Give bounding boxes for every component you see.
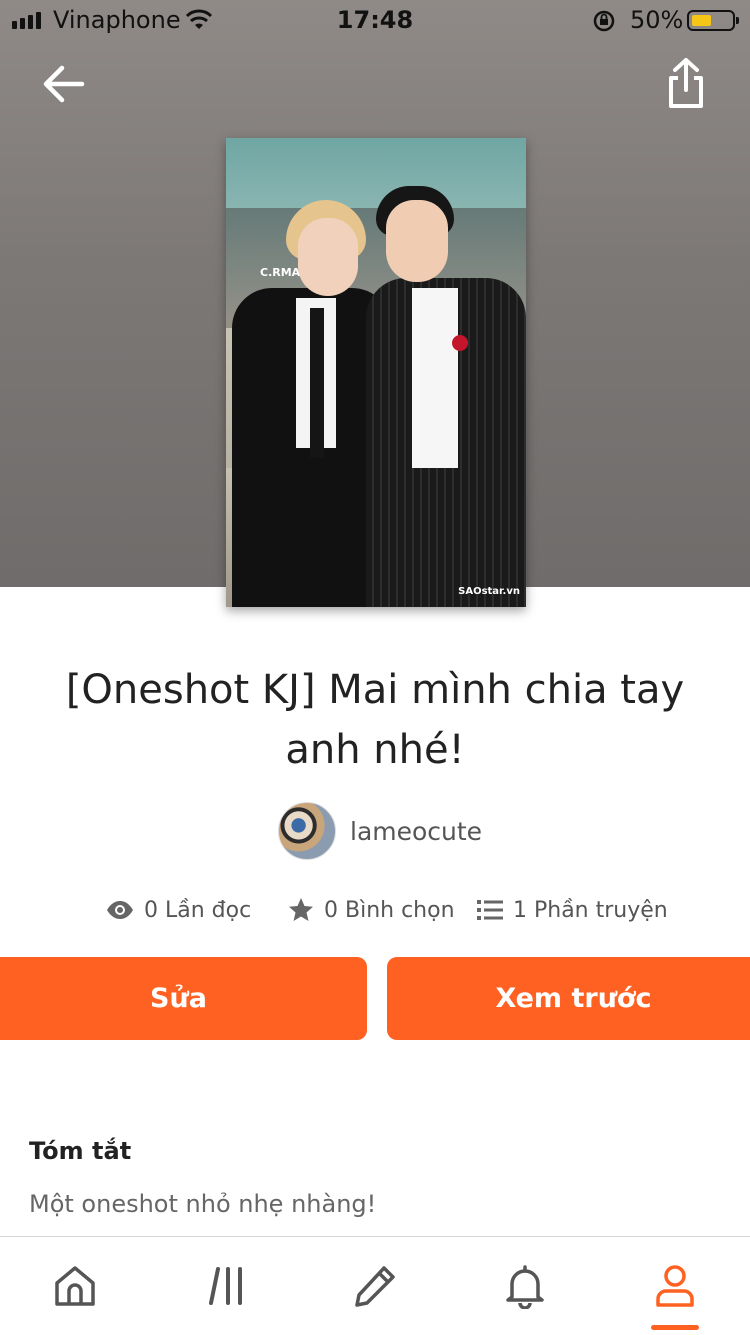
parts-count: 1 Phần truyện bbox=[513, 897, 668, 923]
back-button[interactable] bbox=[38, 58, 90, 110]
story-stats: 0 Lần đọc 0 Bình chọn 1 Phần truyện bbox=[0, 892, 750, 928]
preview-button[interactable]: Xem trước bbox=[387, 957, 750, 1040]
author-name[interactable]: lameocute bbox=[350, 817, 482, 846]
tab-home[interactable] bbox=[50, 1261, 100, 1311]
parts-stat: 1 Phần truyện bbox=[477, 892, 668, 928]
eye-icon bbox=[107, 901, 133, 919]
bell-icon bbox=[506, 1265, 544, 1309]
battery-icon bbox=[687, 10, 739, 31]
votes-count: 0 Bình chọn bbox=[324, 897, 455, 923]
profile-icon bbox=[656, 1265, 694, 1307]
author-row[interactable]: lameocute bbox=[278, 802, 482, 860]
summary-text: Một oneshot nhỏ nhẹ nhàng! bbox=[29, 1190, 377, 1218]
bottom-tab-bar bbox=[0, 1236, 750, 1335]
active-tab-indicator bbox=[651, 1325, 699, 1330]
story-title: [Oneshot KJ] Mai mình chia tay anh nhé! bbox=[65, 667, 685, 773]
tab-write[interactable] bbox=[350, 1261, 400, 1311]
tab-profile[interactable] bbox=[650, 1261, 700, 1311]
story-cover-image[interactable]: C.RMAN SAOstar.vn bbox=[226, 138, 526, 607]
share-button[interactable] bbox=[660, 56, 712, 112]
list-icon bbox=[477, 900, 503, 920]
battery-percentage: 50% bbox=[630, 6, 684, 34]
tab-notifications[interactable] bbox=[500, 1261, 550, 1311]
cover-watermark: SAOstar.vn bbox=[458, 586, 520, 597]
edit-button[interactable]: Sửa bbox=[0, 957, 367, 1040]
home-icon bbox=[55, 1266, 95, 1306]
author-avatar[interactable] bbox=[278, 802, 336, 860]
share-icon bbox=[669, 58, 703, 108]
votes-stat: 0 Bình chọn bbox=[288, 892, 455, 928]
arrow-left-icon bbox=[43, 65, 85, 103]
reads-stat: 0 Lần đọc bbox=[106, 892, 251, 928]
battery-fill bbox=[692, 15, 711, 26]
library-icon bbox=[209, 1267, 242, 1305]
tab-library[interactable] bbox=[202, 1261, 252, 1311]
summary-heading: Tóm tắt bbox=[29, 1137, 132, 1165]
pencil-icon bbox=[355, 1266, 395, 1307]
status-bar: Vinaphone 17:48 50% bbox=[0, 0, 750, 40]
reads-count: 0 Lần đọc bbox=[144, 897, 252, 923]
rotation-lock-icon bbox=[592, 9, 616, 39]
star-icon bbox=[289, 898, 313, 921]
